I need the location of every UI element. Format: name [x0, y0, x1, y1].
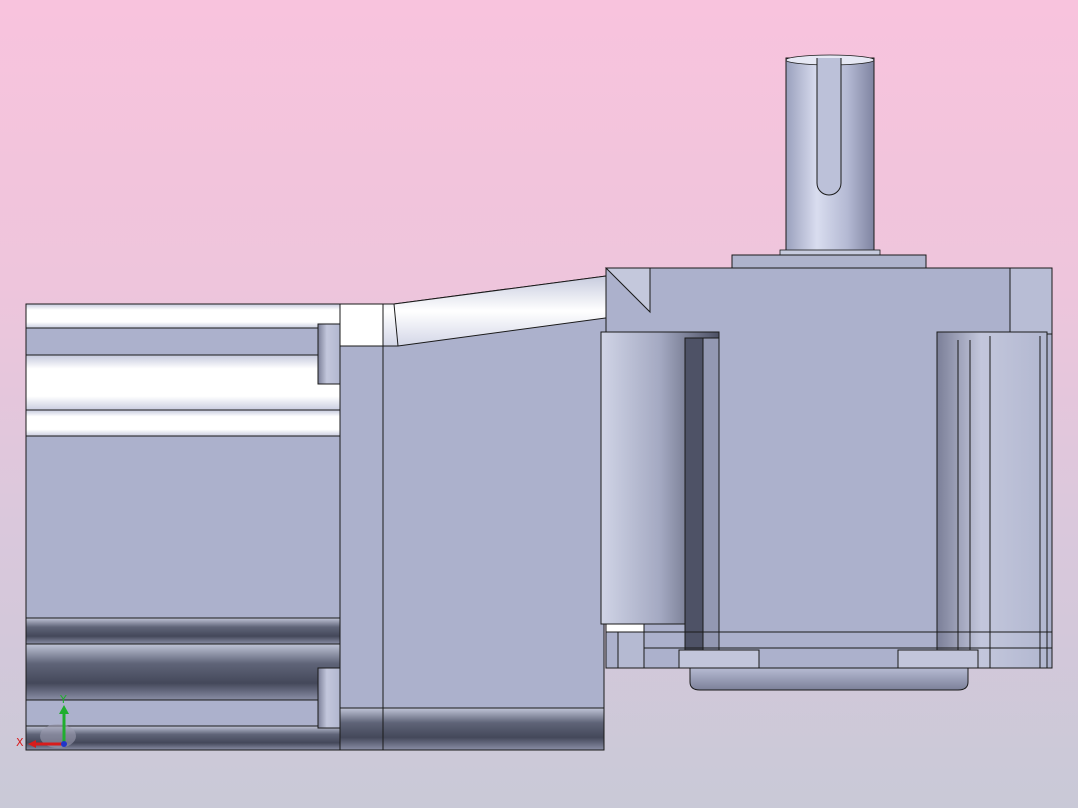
housing-slot [936, 331, 1048, 669]
gear-head[interactable] [600, 267, 1053, 691]
mount-tab [317, 323, 341, 385]
base-flange [689, 667, 969, 691]
x-axis-label: X [16, 736, 24, 749]
flange-boss [731, 254, 927, 269]
gear-motor-model[interactable]: X Y [0, 0, 1078, 808]
cooling-fin [25, 303, 341, 329]
cad-viewport[interactable]: X Y [0, 0, 1078, 808]
motor-housing[interactable] [25, 303, 341, 751]
z-axis-point [61, 741, 67, 747]
mount-foot [897, 649, 979, 669]
cooling-fin [25, 354, 341, 411]
cooling-fin [25, 409, 341, 437]
mount-foot [678, 649, 760, 669]
cooling-fin [25, 617, 341, 645]
y-axis-label: Y [59, 693, 67, 706]
output-shaft[interactable] [779, 54, 881, 257]
shaft-keyway [816, 58, 842, 196]
mount-tab [317, 667, 341, 729]
cooling-fin [25, 643, 341, 701]
